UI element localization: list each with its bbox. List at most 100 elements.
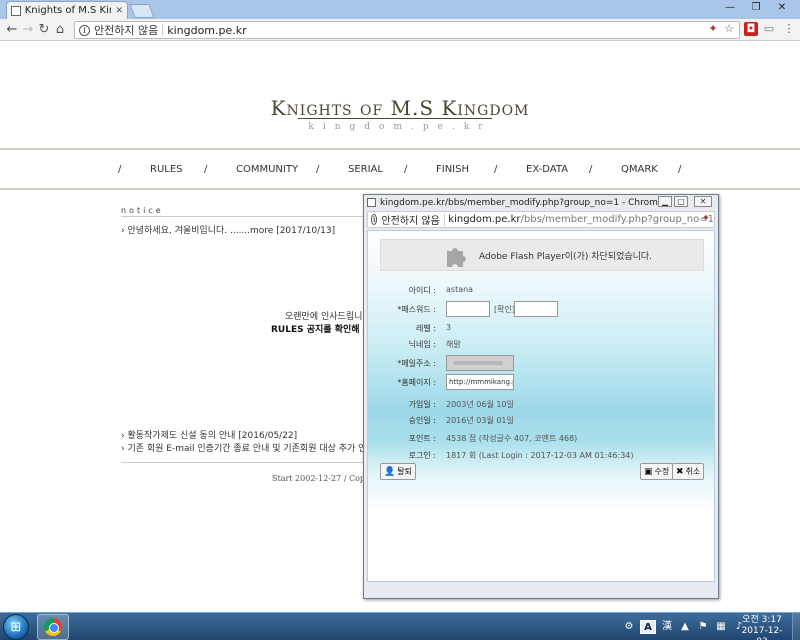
extension-icon[interactable]: ▭ — [762, 22, 776, 36]
cancel-button[interactable]: ✖ 취소 — [672, 463, 705, 480]
flash-blocked-placeholder[interactable]: Adobe Flash Player이(가) 차단되었습니다. — [380, 239, 704, 271]
security-label: 안전하지 않음 — [94, 24, 159, 37]
maximize-icon[interactable]: ❐ — [744, 0, 768, 16]
tray-expand-icon[interactable]: ▲ — [678, 620, 692, 634]
browser-tab[interactable]: Knights of M.S Kingdom ✕ — [6, 1, 128, 19]
approved-row: 승인일 : 2016년 03월 01일 — [380, 414, 704, 428]
nav-item-ex-data[interactable]: EX-DATA — [526, 164, 568, 175]
nav-item-finish[interactable]: FINISH — [436, 164, 469, 175]
footer-text: Start 2002-12-27 / Copyright — [272, 474, 364, 483]
password-label: *패스워드 : — [397, 305, 436, 314]
extension-shield-icon[interactable]: ◘ — [744, 22, 758, 36]
login-value: 1817 회 (Last Login : 2017-12-03 AM 01:46… — [446, 451, 634, 460]
tab-title: Knights of M.S Kingdom — [24, 5, 112, 16]
nickname-label: 닉네임 : — [408, 340, 436, 349]
email-input[interactable] — [446, 355, 514, 371]
withdraw-button[interactable]: 👤 탈퇴 — [380, 463, 416, 480]
ime-hanja-icon[interactable]: 漢 — [660, 620, 674, 634]
taskbar-clock[interactable]: 오전 3:17 2017-12-03 — [737, 615, 787, 640]
bookmark-star-icon[interactable]: ☆ — [722, 22, 736, 36]
tray-app-icon[interactable]: ⚙ — [622, 620, 636, 634]
notice-item[interactable]: › 안녕하세요, 겨울비입니다. .......more [2017/10/13… — [121, 223, 335, 236]
level-label: 레벨 : — [416, 324, 436, 333]
network-icon[interactable]: ▦ — [714, 620, 728, 634]
nav-item-qmark[interactable]: QMARK — [621, 164, 658, 175]
email-label: *메일주소 : — [397, 359, 436, 368]
plugin-blocked-icon[interactable]: ✦ — [702, 213, 710, 224]
nav-border-top — [0, 148, 800, 150]
forward-arrow-icon[interactable]: → — [20, 22, 36, 37]
taskbar-chrome-button[interactable] — [37, 614, 69, 640]
show-desktop-button[interactable] — [792, 613, 800, 640]
nav-separator: / — [589, 164, 593, 175]
modify-label: 수정 — [654, 467, 670, 476]
url-host: kingdom.pe.kr — [448, 214, 521, 225]
points-label: 포인트 : — [408, 434, 436, 443]
withdraw-label: 탈퇴 — [397, 467, 412, 476]
logo-title: Knights of M.S Kingdom — [270, 96, 530, 120]
password-confirm-label: [확인] — [494, 305, 515, 314]
taskbar: ⊞ ⚙ A 漢 ▲ ⚑ ▦ ♪ 오전 3:17 2017-12-03 — [0, 612, 800, 640]
nav-item-rules[interactable]: RULES — [150, 164, 183, 175]
notice-heading: notice — [121, 206, 164, 215]
nav-separator: / — [404, 164, 408, 175]
nav-separator: / — [204, 164, 208, 175]
email-row: *메일주소 : — [380, 355, 704, 371]
windows-logo-icon: ⊞ — [10, 619, 22, 635]
popup-content: Adobe Flash Player이(가) 차단되었습니다. 아이디 : as… — [367, 230, 715, 582]
divider — [121, 462, 363, 463]
id-value: astana — [446, 285, 474, 294]
points-row: 포인트 : 4538 점 (작성글수 407, 코멘트 468) — [380, 432, 704, 446]
url-path: /bbs/member_modify.php?group_no=1 — [520, 214, 714, 225]
plugin-blocked-icon[interactable]: ✦ — [706, 22, 720, 36]
minimize-icon[interactable]: ▁ — [658, 196, 672, 207]
password-input[interactable] — [446, 301, 490, 317]
approved-label: 승인일 : — [408, 416, 436, 425]
url-text[interactable]: kingdom.pe.kr — [167, 24, 246, 37]
nav-separator: / — [494, 164, 498, 175]
flag-icon[interactable]: ⚑ — [696, 620, 710, 634]
home-icon[interactable]: ⌂ — [52, 22, 68, 37]
back-arrow-icon[interactable]: ← — [4, 22, 20, 37]
homepage-input[interactable]: http://mmmikang.pe — [446, 374, 514, 390]
welcome-text: 오랜만에 인사드립니다 — [285, 312, 363, 322]
id-row: 아이디 : astana — [380, 284, 704, 298]
nav-item-community[interactable]: COMMUNITY — [236, 164, 298, 175]
cancel-label: 취소 — [685, 467, 701, 476]
site-logo[interactable]: Knights of M.S Kingdom kingdom.pe.kr — [0, 96, 800, 132]
info-icon[interactable]: i — [79, 24, 90, 36]
ime-indicator[interactable]: A — [640, 620, 656, 634]
info-icon[interactable]: i — [371, 214, 378, 225]
minimize-icon[interactable]: — — [718, 0, 742, 16]
tab-bar: Knights of M.S Kingdom ✕ — ❐ ✕ — [0, 0, 800, 19]
tab-close-icon[interactable]: ✕ — [115, 6, 123, 16]
security-label: 안전하지 않음 — [381, 216, 440, 227]
level-value: 3 — [446, 323, 452, 332]
logo-subtitle: kingdom.pe.kr — [308, 122, 492, 132]
popup-address-bar[interactable]: i 안전하지 않음 kingdom.pe.kr/bbs/member_modif… — [367, 211, 715, 228]
menu-icon[interactable]: ⋮ — [782, 22, 796, 36]
nav-item-serial[interactable]: SERIAL — [348, 164, 383, 175]
login-row: 로그인 : 1817 회 (Last Login : 2017-12-03 AM… — [380, 449, 704, 463]
member-modify-popup: kingdom.pe.kr/bbs/member_modify.php?grou… — [363, 194, 719, 599]
level-row: 레벨 : 3 — [380, 322, 704, 336]
page-favicon-icon — [11, 5, 21, 16]
start-button[interactable]: ⊞ — [3, 614, 29, 640]
maximize-icon[interactable]: ▢ — [674, 196, 688, 207]
clock-date: 2017-12-03 — [741, 626, 783, 640]
main-nav: / RULES / COMMUNITY / SERIAL / FINISH / … — [116, 164, 800, 178]
divider — [162, 24, 164, 36]
modify-button[interactable]: ▣ 수정 — [640, 463, 674, 480]
popup-url[interactable]: kingdom.pe.kr/bbs/member_modify.php?grou… — [448, 214, 714, 225]
reload-icon[interactable]: ↻ — [36, 22, 52, 37]
approved-value: 2016년 03월 01일 — [446, 416, 514, 425]
popup-titlebar[interactable]: kingdom.pe.kr/bbs/member_modify.php?grou… — [364, 195, 718, 210]
new-tab-button[interactable] — [129, 4, 155, 18]
password-confirm-input[interactable] — [514, 301, 558, 317]
close-window-icon[interactable]: ✕ — [770, 0, 794, 16]
list-item[interactable]: › 기존 회원 E-mail 인증기간 종료 안내 및 기존회원 대상 추가 인… — [121, 441, 363, 454]
close-icon[interactable]: ✕ — [694, 196, 712, 207]
list-item[interactable]: › 활동작가제도 신설 동의 안내 [2016/05/22] — [121, 428, 297, 441]
address-bar[interactable]: i 안전하지 않음 kingdom.pe.kr — [74, 21, 740, 39]
browser-toolbar: ← → ↻ ⌂ i 안전하지 않음 kingdom.pe.kr ✦ ☆ ◘ ▭ … — [0, 19, 800, 41]
